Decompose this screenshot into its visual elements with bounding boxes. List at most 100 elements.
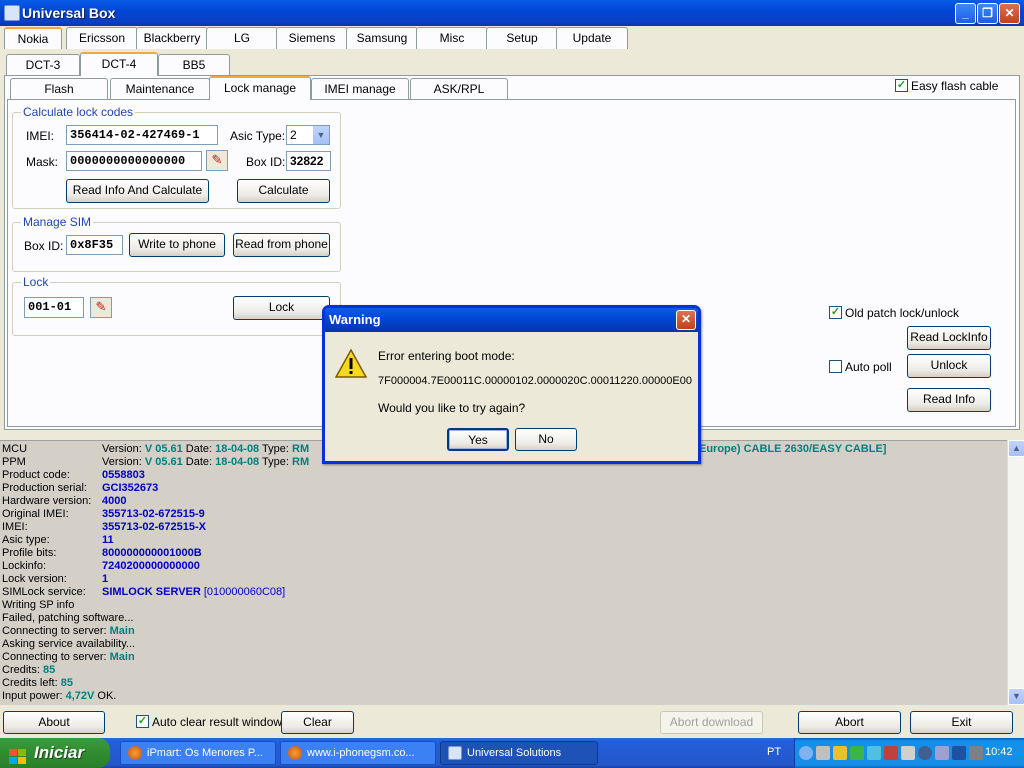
task-label: iPmart: Os Menores P... (147, 747, 263, 759)
tab-samsung[interactable]: Samsung (346, 27, 418, 49)
app-icon (448, 746, 462, 760)
tab-maintenance[interactable]: Maintenance (110, 78, 210, 100)
tab-ask-rpl-manage[interactable]: ASK/RPL manage (410, 78, 508, 116)
mask-edit-icon[interactable]: ✎ (206, 150, 228, 171)
window-title: Universal Box (22, 5, 116, 21)
connection-icon[interactable] (867, 746, 881, 760)
about-button[interactable]: About (3, 711, 105, 734)
tab-ericsson[interactable]: Ericsson (66, 27, 138, 49)
exit-button[interactable]: Exit (910, 711, 1013, 734)
log-line: Asking service availability... (2, 638, 136, 650)
globe-icon[interactable] (918, 746, 932, 760)
log-line: Credits: 85 (2, 664, 56, 676)
warning-icon (334, 348, 368, 380)
tab-bb5[interactable]: BB5 (158, 54, 230, 76)
network-icon[interactable] (850, 746, 864, 760)
tab-nokia[interactable]: Nokia (4, 27, 62, 49)
minimize-button[interactable]: _ (955, 3, 976, 24)
warning-dialog: Warning ✕ Error entering boot mode: 7F00… (322, 305, 701, 464)
title-bar[interactable]: Universal Box _ ❐ ✕ (0, 0, 1024, 26)
boxid-label: Box ID: (246, 155, 286, 169)
tab-dct4[interactable]: DCT-4 (80, 52, 158, 76)
dialog-no-button[interactable]: No (515, 428, 577, 451)
calculate-button[interactable]: Calculate (237, 179, 330, 203)
tab-blackberry[interactable]: Blackberry (136, 27, 208, 49)
security-icon[interactable] (884, 746, 898, 760)
log-line: Connecting to server: Main (2, 651, 135, 663)
task-universal-solutions[interactable]: Universal Solutions (440, 741, 598, 765)
monitor-icon[interactable] (952, 746, 966, 760)
lock-group-title: Lock (21, 275, 51, 289)
dialog-title[interactable]: Warning (325, 308, 698, 332)
clock[interactable]: 10:42 (985, 746, 1013, 758)
clear-button[interactable]: Clear (281, 711, 354, 734)
tab-dct3[interactable]: DCT-3 (6, 54, 80, 76)
asic-type-label: Asic Type: (230, 129, 286, 143)
app-icon (4, 5, 20, 21)
chevron-down-icon[interactable]: ▼ (313, 126, 329, 144)
display-icon[interactable] (935, 746, 949, 760)
lock-button[interactable]: Lock (233, 296, 330, 320)
old-patch-label: Old patch lock/unlock (845, 306, 960, 320)
task-ipmart[interactable]: iPmart: Os Menores P... (120, 741, 276, 765)
tab-imei-manage[interactable]: IMEI manage (311, 78, 409, 100)
back-arrow-icon[interactable] (799, 746, 813, 760)
brand-tab-strip: Nokia Ericsson Blackberry LG Siemens Sam… (0, 26, 1024, 50)
dialog-question: Would you like to try again? (378, 401, 526, 415)
log-line: SIMLock service: SIMLOCK SERVER [01000006… (2, 586, 286, 598)
printer-icon[interactable] (816, 746, 830, 760)
log-line: Input power: 4,72V OK. (2, 690, 117, 702)
scroll-down-icon[interactable]: ▼ (1008, 688, 1024, 705)
mask-input[interactable]: 0000000000000000 (66, 151, 202, 171)
lock-edit-icon[interactable]: ✎ (90, 297, 112, 318)
volume-icon[interactable] (901, 746, 915, 760)
sim-boxid-input[interactable]: 0x8F35 (66, 235, 123, 255)
read-lockinfo-button[interactable]: Read LockInfo (907, 326, 991, 350)
log-line: Credits left: 85 (2, 677, 73, 689)
tab-lg[interactable]: LG (206, 27, 278, 49)
dialog-yes-button[interactable]: Yes (447, 428, 509, 451)
taskbar: Iniciar iPmart: Os Menores P... www.i-ph… (0, 738, 1024, 768)
language-indicator[interactable]: PT (767, 746, 781, 758)
imei-label: IMEI: (26, 129, 55, 143)
read-info-button[interactable]: Read Info (907, 388, 991, 412)
old-patch-checkbox[interactable]: ✓ (829, 306, 842, 319)
maximize-button[interactable]: ❐ (977, 3, 998, 24)
dialog-close-button[interactable]: ✕ (676, 310, 696, 330)
auto-poll-label: Auto poll (845, 360, 892, 374)
log-scrollbar[interactable]: ▲ ▼ (1007, 440, 1024, 705)
tab-update[interactable]: Update (556, 27, 628, 49)
easy-flash-cable-label: Easy flash cable (911, 79, 999, 93)
tab-flash[interactable]: Flash (10, 78, 108, 100)
task-label: Universal Solutions (467, 747, 562, 759)
firefox-icon (288, 746, 302, 760)
lock-code-input[interactable]: 001-01 (24, 297, 84, 318)
close-button[interactable]: ✕ (999, 3, 1020, 24)
abort-download-button: Abort download (660, 711, 763, 734)
read-info-and-calculate-button[interactable]: Read Info And Calculate (66, 179, 209, 203)
tab-siemens[interactable]: Siemens (276, 27, 348, 49)
write-to-phone-button[interactable]: Write to phone (129, 233, 225, 257)
device-icon[interactable] (969, 746, 983, 760)
task-iphonegsm[interactable]: www.i-phonegsm.co... (280, 741, 436, 765)
log-line: Failed, patching software... (2, 612, 134, 624)
scroll-up-icon[interactable]: ▲ (1008, 440, 1024, 457)
read-from-phone-button[interactable]: Read from phone (233, 233, 330, 257)
calc-group-title: Calculate lock codes (21, 105, 136, 119)
shield-icon[interactable] (833, 746, 847, 760)
boxid-input[interactable]: 32822 (286, 151, 331, 171)
tab-lock-manage[interactable]: Lock manage (209, 76, 311, 100)
system-tray: 10:42 (794, 738, 1024, 768)
auto-clear-checkbox[interactable]: ✓ (136, 715, 149, 728)
abort-button[interactable]: Abort (798, 711, 901, 734)
tab-misc[interactable]: Misc (416, 27, 488, 49)
easy-flash-cable-checkbox[interactable]: ✓ (895, 79, 908, 92)
start-button[interactable]: Iniciar (0, 738, 110, 768)
imei-input[interactable]: 356414-02-427469-1 (66, 125, 218, 145)
tab-setup[interactable]: Setup (486, 27, 558, 49)
firefox-icon (128, 746, 142, 760)
result-log[interactable]: MCU Version: V 05.61 Date: 18-04-08 Type… (0, 440, 1007, 705)
asic-type-select[interactable]: 2 ▼ (286, 125, 330, 145)
auto-poll-checkbox[interactable] (829, 360, 842, 373)
unlock-button[interactable]: Unlock (907, 354, 991, 378)
